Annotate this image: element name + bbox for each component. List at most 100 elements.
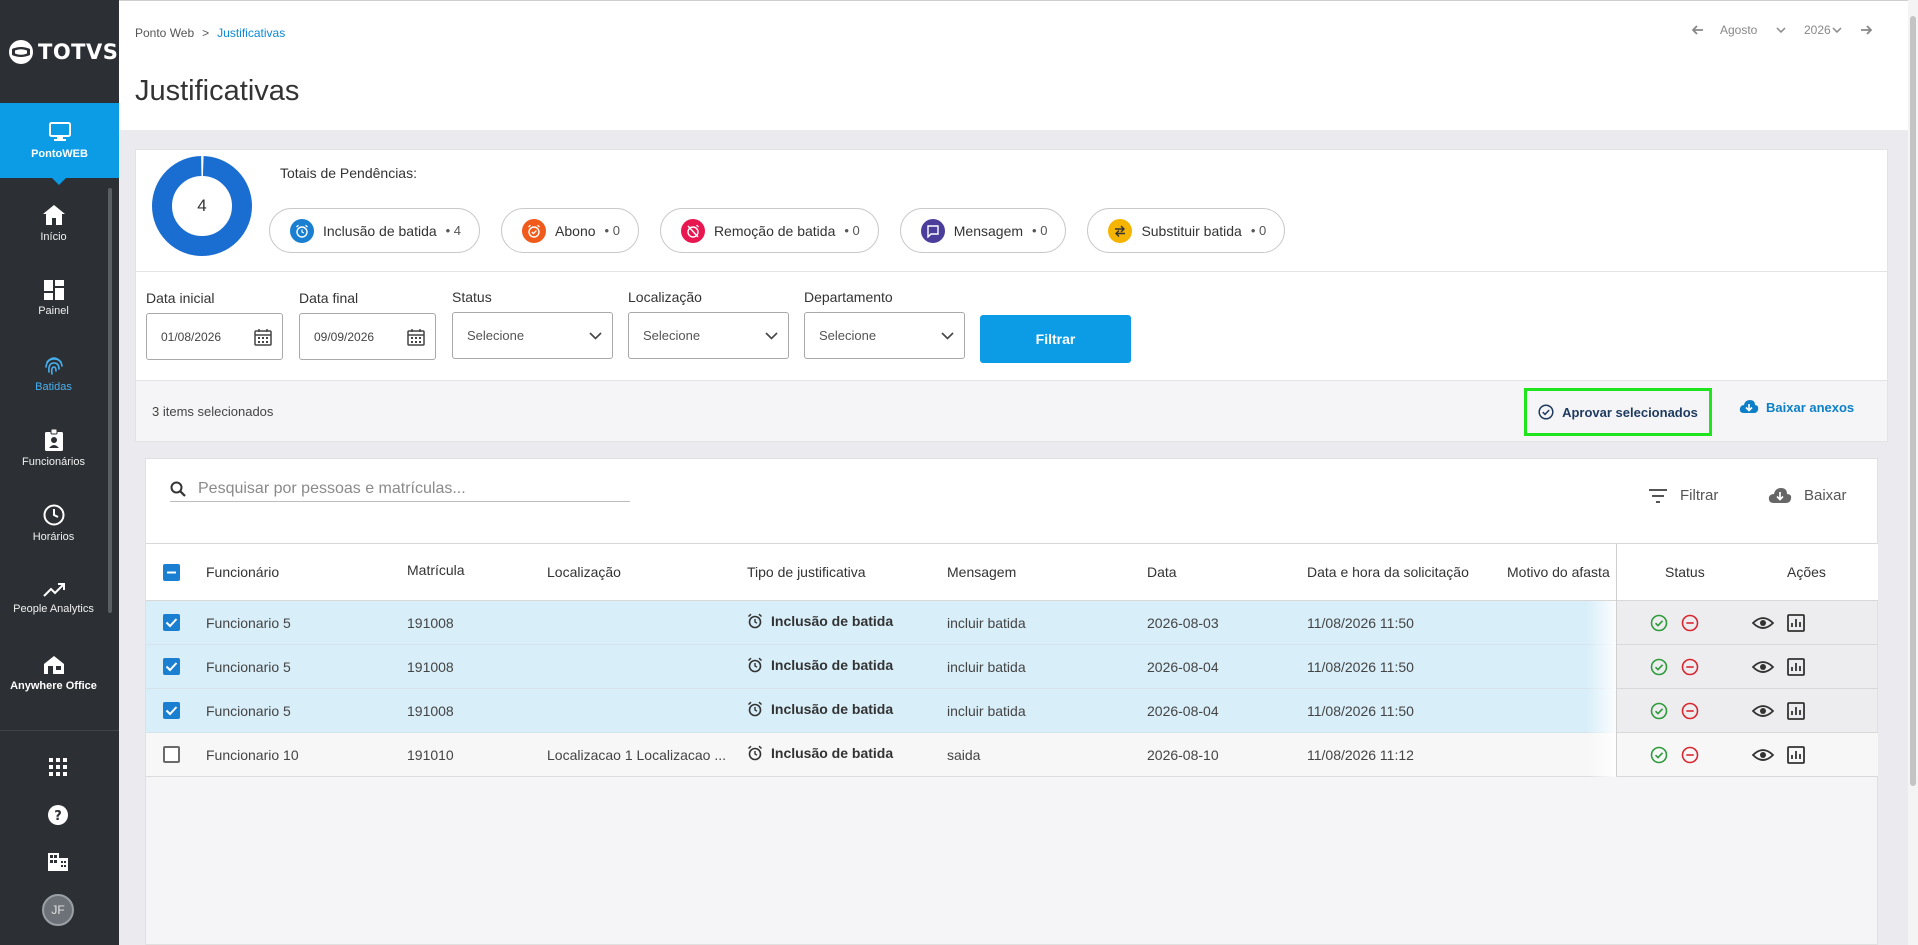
cell-employee: Funcionario 5 <box>206 659 291 675</box>
cell-message: incluir batida <box>947 615 1026 631</box>
sidebar-item-horarios[interactable]: Horários <box>0 488 107 558</box>
chip-label: Mensagem <box>953 222 1024 239</box>
cell-date: 2026-08-03 <box>1147 615 1219 631</box>
select-all-checkbox[interactable] <box>163 564 180 581</box>
row-checkbox[interactable] <box>163 746 180 763</box>
col-requested-at[interactable]: Data e hora da solicitação <box>1307 564 1469 580</box>
approve-selected-button[interactable]: Aprovar selecionados <box>1524 388 1712 436</box>
report-chart-icon[interactable] <box>1785 700 1807 722</box>
row-checkbox[interactable] <box>163 658 180 675</box>
help-icon[interactable]: ? <box>46 803 70 827</box>
cell-employee: Funcionario 5 <box>206 703 291 719</box>
end-date-field[interactable]: 09/09/2026 <box>299 313 436 360</box>
sidebar-item-inicio[interactable]: Início <box>0 188 107 258</box>
approve-row-icon[interactable] <box>1648 656 1670 678</box>
sidebar-item-people-analytics[interactable]: People Analytics <box>0 563 107 633</box>
chip-substituir-batida[interactable]: Substituir batida • 0 <box>1087 208 1286 253</box>
approve-row-icon[interactable] <box>1648 700 1670 722</box>
cell-requested-at: 11/08/2026 11:12 <box>1307 747 1414 763</box>
cell-type-label: Inclusão de batida <box>771 657 894 673</box>
chip-abono[interactable]: Abono • 0 <box>501 208 639 253</box>
end-date-value: 09/09/2026 <box>314 329 375 344</box>
sidebar-item-funcionarios[interactable]: Funcionários <box>0 413 107 483</box>
reject-row-icon[interactable] <box>1679 700 1701 722</box>
breadcrumb-root[interactable]: Ponto Web <box>135 26 194 40</box>
col-date[interactable]: Data <box>1147 564 1177 580</box>
view-eye-icon[interactable] <box>1752 700 1774 722</box>
alarm-check-icon <box>522 218 547 243</box>
home-office-icon <box>43 655 64 674</box>
cell-requested-at: 11/08/2026 11:50 <box>1307 703 1414 719</box>
apps-grid-icon[interactable] <box>46 755 70 779</box>
next-month-arrow-icon[interactable] <box>1858 23 1874 37</box>
table-download-button[interactable]: Baixar <box>1768 487 1847 504</box>
reject-row-icon[interactable] <box>1679 656 1701 678</box>
reject-row-icon[interactable] <box>1679 612 1701 634</box>
status-select[interactable]: Selecione <box>452 312 613 359</box>
sidebar-item-pontoweb[interactable]: PontoWEB <box>0 103 119 185</box>
download-attachments-button[interactable]: Baixar anexos <box>1739 399 1854 415</box>
report-chart-icon[interactable] <box>1785 612 1807 634</box>
breadcrumb: Ponto Web > Justificativas <box>135 26 285 40</box>
col-message[interactable]: Mensagem <box>947 564 1016 580</box>
breadcrumb-current: Justificativas <box>217 26 286 40</box>
chip-count: • 0 <box>1250 223 1267 238</box>
page-scrollbar[interactable] <box>1908 0 1918 945</box>
col-reason[interactable]: Motivo do afasta <box>1507 564 1616 580</box>
approve-row-icon[interactable] <box>1648 612 1670 634</box>
totvs-logo[interactable]: TOTVS <box>8 36 118 68</box>
previous-month-arrow-icon[interactable] <box>1690 23 1706 37</box>
cell-type-label: Inclusão de batida <box>771 745 894 761</box>
row-checkbox[interactable] <box>163 614 180 631</box>
avatar[interactable]: JF <box>42 894 74 926</box>
cell-date: 2026-08-10 <box>1147 747 1219 763</box>
report-chart-icon[interactable] <box>1785 744 1807 766</box>
alarm-clock-icon <box>747 701 763 717</box>
col-employee[interactable]: Funcionário <box>206 564 279 580</box>
download-attachments-label: Baixar anexos <box>1766 399 1855 415</box>
view-eye-icon[interactable] <box>1752 744 1774 766</box>
cloud-download-icon <box>1768 488 1792 503</box>
table-filter-button[interactable]: Filtrar <box>1648 487 1718 504</box>
report-chart-icon[interactable] <box>1785 656 1807 678</box>
sidebar-item-label: Painel <box>38 304 69 317</box>
col-registration[interactable]: Matrícula <box>407 562 465 578</box>
cell-requested-at: 11/08/2026 11:50 <box>1307 659 1414 675</box>
sidebar-item-painel[interactable]: Painel <box>0 263 107 333</box>
table-toolbar: Filtrar Baixar <box>146 459 1877 544</box>
col-type[interactable]: Tipo de justificativa <box>747 564 866 580</box>
sidebar-item-anywhere-office[interactable]: Anywhere Office <box>0 638 107 708</box>
chip-mensagem[interactable]: Mensagem • 0 <box>899 208 1067 253</box>
chip-inclusao-de-batida[interactable]: Inclusão de batida • 4 <box>269 208 481 253</box>
chip-remocao-de-batida[interactable]: Remoção de batida • 0 <box>659 208 879 253</box>
col-location[interactable]: Localização <box>547 564 621 580</box>
department-select[interactable]: Selecione <box>804 312 965 359</box>
cell-type: Inclusão de batida <box>747 701 893 717</box>
approve-selected-label: Aprovar selecionados <box>1562 404 1698 420</box>
chip-label: Remoção de batida <box>713 222 836 239</box>
year-select[interactable]: 2026 <box>1804 23 1842 37</box>
filter-button[interactable]: Filtrar <box>980 315 1131 363</box>
approve-row-icon[interactable] <box>1648 744 1670 766</box>
sidebar-scrollbar[interactable] <box>108 188 112 613</box>
alarm-clock-icon <box>290 218 314 243</box>
search-icon <box>170 481 186 497</box>
chevron-down-icon <box>941 331 954 340</box>
month-select[interactable]: Agosto <box>1720 23 1790 37</box>
start-date-group: Data inicial 01/08/2026 <box>146 290 283 360</box>
start-date-label: Data inicial <box>146 290 215 306</box>
company-icon[interactable] <box>46 850 70 874</box>
row-checkbox[interactable] <box>163 702 180 719</box>
dashboard-icon <box>43 279 64 300</box>
start-date-field[interactable]: 01/08/2026 <box>146 313 283 360</box>
check-icon <box>165 618 178 628</box>
reject-row-icon[interactable] <box>1679 744 1701 766</box>
page-scrollbar-thumb[interactable] <box>1910 16 1916 786</box>
location-select[interactable]: Selecione <box>628 312 789 359</box>
view-eye-icon[interactable] <box>1752 612 1774 634</box>
chevron-down-icon <box>589 331 602 340</box>
cell-type-label: Inclusão de batida <box>771 613 894 629</box>
search-input[interactable] <box>198 480 618 498</box>
view-eye-icon[interactable] <box>1752 656 1774 678</box>
sidebar-item-batidas[interactable]: Batidas <box>0 338 107 408</box>
